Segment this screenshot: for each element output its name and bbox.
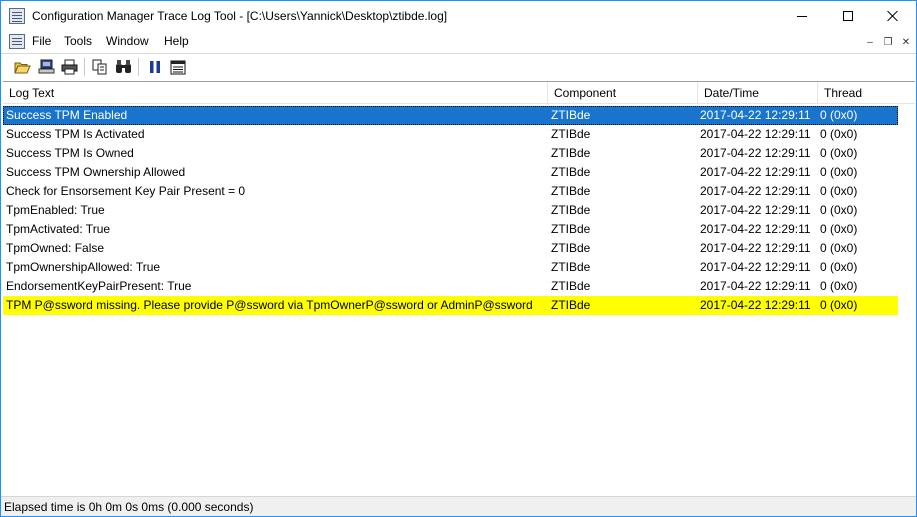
highlight-icon	[170, 60, 186, 74]
open-icon	[13, 62, 31, 73]
log-text-cell: TpmActivated: True	[6, 222, 111, 236]
datetime-cell: 2017-04-22 12:29:11	[700, 203, 811, 217]
log-row[interactable]: TpmOwned: False ZTIBde 2017-04-22 12:29:…	[3, 239, 898, 258]
datetime-cell: 2017-04-22 12:29:11	[700, 184, 811, 198]
log-row[interactable]: TpmActivated: True ZTIBde 2017-04-22 12:…	[3, 220, 898, 239]
component-cell: ZTIBde	[551, 260, 591, 274]
log-row[interactable]: TpmOwnershipAllowed: True ZTIBde 2017-04…	[3, 258, 898, 277]
document-system-menu-icon[interactable]	[9, 34, 25, 49]
copy-icon	[92, 59, 107, 75]
app-log-icon[interactable]	[9, 8, 25, 24]
menu-bar: File Tools Window Help – ❐ ✕	[1, 31, 916, 52]
open-on-server-icon	[38, 59, 54, 74]
app-window: Configuration Manager Trace Log Tool - […	[0, 0, 917, 517]
log-row[interactable]: Success TPM Enabled ZTIBde 2017-04-22 12…	[3, 106, 898, 125]
close-icon	[887, 10, 899, 22]
datetime-cell: 2017-04-22 12:29:11	[700, 222, 811, 236]
menu-tools[interactable]: Tools	[64, 34, 92, 48]
log-listview[interactable]: Log Text Component Date/Time Thread Succ…	[3, 81, 915, 493]
toolbar-separator	[138, 58, 139, 76]
pause-button[interactable]	[146, 58, 164, 76]
find-button[interactable]	[114, 58, 132, 76]
thread-cell: 0 (0x0)	[820, 260, 858, 274]
window-title: Configuration Manager Trace Log Tool - […	[32, 9, 448, 23]
thread-cell: 0 (0x0)	[820, 279, 858, 293]
component-cell: ZTIBde	[551, 279, 591, 293]
log-text-cell: Success TPM Ownership Allowed	[6, 165, 186, 179]
column-header-thread[interactable]: Thread	[818, 82, 915, 104]
thread-cell: 0 (0x0)	[820, 203, 858, 217]
minimize-button[interactable]	[779, 1, 825, 31]
toolbar	[1, 53, 916, 79]
log-text-cell: EndorsementKeyPairPresent: True	[6, 279, 192, 293]
document-close-icon[interactable]: ✕	[899, 36, 913, 49]
column-header-component[interactable]: Component	[548, 82, 698, 104]
find-icon	[115, 60, 131, 73]
pause-icon	[150, 61, 160, 73]
thread-cell: 0 (0x0)	[820, 222, 858, 236]
datetime-cell: 2017-04-22 12:29:11	[700, 241, 811, 255]
datetime-cell: 2017-04-22 12:29:11	[700, 127, 811, 141]
log-row[interactable]: Success TPM Ownership Allowed ZTIBde 201…	[3, 163, 898, 182]
menu-file[interactable]: File	[32, 34, 51, 48]
component-cell: ZTIBde	[551, 127, 591, 141]
open-on-server-button[interactable]	[37, 58, 55, 76]
log-text-cell: Success TPM Enabled	[6, 108, 128, 122]
component-cell: ZTIBde	[551, 165, 591, 179]
thread-cell: 0 (0x0)	[820, 127, 858, 141]
print-button[interactable]	[60, 58, 78, 76]
print-icon	[61, 59, 77, 75]
maximize-icon	[843, 11, 853, 21]
datetime-cell: 2017-04-22 12:29:11	[700, 279, 811, 293]
datetime-cell: 2017-04-22 12:29:11	[700, 146, 811, 160]
thread-cell: 0 (0x0)	[820, 146, 858, 160]
highlight-button[interactable]	[169, 58, 187, 76]
thread-cell: 0 (0x0)	[820, 298, 858, 312]
list-header: Log Text Component Date/Time Thread	[3, 82, 915, 104]
thread-cell: 0 (0x0)	[820, 184, 858, 198]
column-header-log-text[interactable]: Log Text	[3, 82, 548, 104]
log-text-cell: Check for Ensorsement Key Pair Present =…	[6, 184, 246, 198]
status-bar: Elapsed time is 0h 0m 0s 0ms (0.000 seco…	[1, 496, 916, 516]
component-cell: ZTIBde	[551, 203, 591, 217]
log-row[interactable]: TpmEnabled: True ZTIBde 2017-04-22 12:29…	[3, 201, 898, 220]
log-text-cell: TpmOwnershipAllowed: True	[6, 260, 161, 274]
title-bar[interactable]: Configuration Manager Trace Log Tool - […	[1, 1, 916, 31]
log-text-cell: Success TPM Is Activated	[6, 127, 145, 141]
menu-window[interactable]: Window	[106, 34, 149, 48]
component-cell: ZTIBde	[551, 298, 591, 312]
column-header-date-time[interactable]: Date/Time	[698, 82, 818, 104]
log-row[interactable]: Success TPM Is Activated ZTIBde 2017-04-…	[3, 125, 898, 144]
component-cell: ZTIBde	[551, 146, 591, 160]
log-row[interactable]: Success TPM Is Owned ZTIBde 2017-04-22 1…	[3, 144, 898, 163]
log-row[interactable]: TPM P@ssword missing. Please provide P@s…	[3, 296, 898, 315]
thread-cell: 0 (0x0)	[820, 165, 858, 179]
document-minimize-icon[interactable]: –	[863, 36, 877, 49]
status-elapsed-time: Elapsed time is 0h 0m 0s 0ms (0.000 seco…	[4, 500, 254, 514]
component-cell: ZTIBde	[551, 184, 591, 198]
open-button[interactable]	[13, 58, 31, 76]
log-row[interactable]: EndorsementKeyPairPresent: True ZTIBde 2…	[3, 277, 898, 296]
maximize-button[interactable]	[825, 1, 871, 31]
component-cell: ZTIBde	[551, 222, 591, 236]
component-cell: ZTIBde	[551, 108, 591, 122]
datetime-cell: 2017-04-22 12:29:11	[700, 260, 811, 274]
datetime-cell: 2017-04-22 12:29:11	[700, 165, 811, 179]
log-row[interactable]: Check for Ensorsement Key Pair Present =…	[3, 182, 898, 201]
copy-button[interactable]	[91, 58, 109, 76]
minimize-icon	[797, 15, 807, 17]
log-text-cell: TpmEnabled: True	[6, 203, 105, 217]
menu-help[interactable]: Help	[164, 34, 189, 48]
document-restore-icon[interactable]: ❐	[881, 36, 895, 49]
datetime-cell: 2017-04-22 12:29:11	[700, 108, 811, 122]
datetime-cell: 2017-04-22 12:29:11	[700, 298, 811, 312]
log-text-cell: TpmOwned: False	[6, 241, 105, 255]
thread-cell: 0 (0x0)	[820, 108, 858, 122]
component-cell: ZTIBde	[551, 241, 591, 255]
thread-cell: 0 (0x0)	[820, 241, 858, 255]
log-text-cell: Success TPM Is Owned	[6, 146, 134, 160]
toolbar-separator	[84, 58, 85, 76]
log-text-cell: TPM P@ssword missing. Please provide P@s…	[6, 298, 533, 312]
close-button[interactable]	[870, 1, 916, 31]
